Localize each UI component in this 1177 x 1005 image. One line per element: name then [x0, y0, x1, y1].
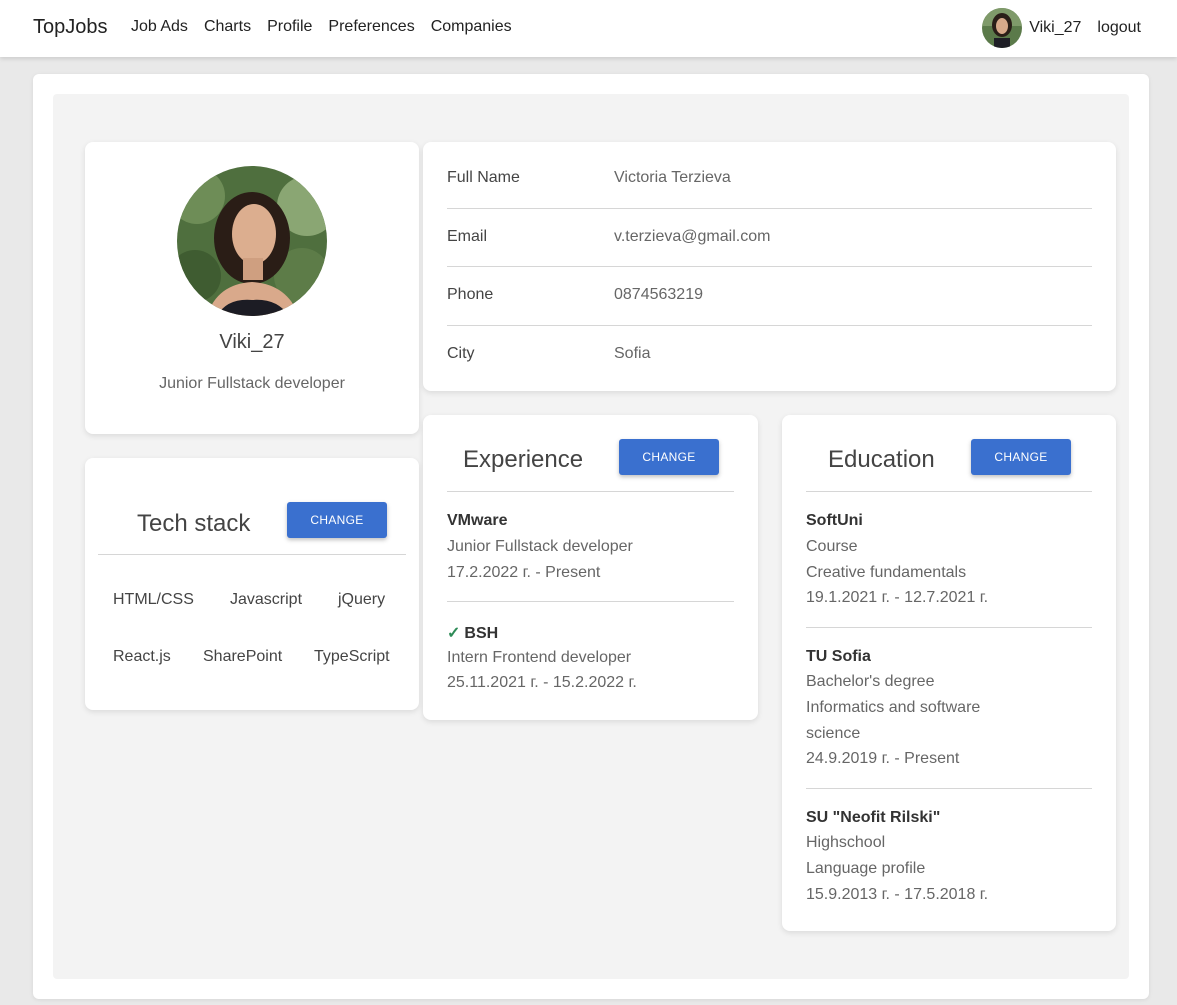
- education-school: SoftUni: [806, 512, 863, 529]
- nav-job-ads[interactable]: Job Ads: [131, 18, 188, 36]
- experience-period: 17.2.2022 г. - Present: [447, 564, 601, 581]
- logout-link[interactable]: logout: [1097, 19, 1141, 37]
- education-period: 24.9.2019 г. - Present: [806, 750, 960, 767]
- education-title: Education: [828, 446, 935, 473]
- divider: [447, 325, 1092, 326]
- checkmark-icon: ✓: [447, 625, 461, 642]
- divider: [447, 208, 1092, 209]
- info-row-city: City Sofia: [447, 345, 1092, 403]
- tech-item: React.js: [113, 648, 171, 665]
- experience-card: Experience CHANGE VMware Junior Fullstac…: [423, 415, 758, 720]
- personal-info-card: Full Name Victoria Terzieva Email v.terz…: [423, 142, 1116, 391]
- info-row-email: Email v.terzieva@gmail.com: [447, 228, 1092, 286]
- brand-logo[interactable]: TopJobs: [33, 16, 108, 39]
- experience-company: VMware: [447, 512, 508, 529]
- nav-username[interactable]: Viki_27: [1029, 19, 1081, 37]
- experience-company: BSH: [464, 625, 499, 642]
- experience-company-row: ✓ BSH: [447, 623, 498, 643]
- tech-item: SharePoint: [203, 648, 283, 665]
- profile-username: Viki_27: [219, 331, 285, 353]
- education-school: TU Sofia: [806, 648, 871, 665]
- tech-item: Javascript: [230, 591, 303, 608]
- divider: [98, 554, 406, 555]
- experience-role: Junior Fullstack developer: [447, 538, 633, 555]
- education-change-button[interactable]: CHANGE: [971, 439, 1071, 475]
- education-field: Informatics and software: [806, 699, 981, 716]
- user-area: Viki_27 logout: [982, 8, 1141, 48]
- experience-change-button[interactable]: CHANGE: [619, 439, 719, 475]
- experience-role: Intern Frontend developer: [447, 649, 632, 666]
- info-row-phone: Phone 0874563219: [447, 286, 1092, 344]
- education-period: 15.9.2013 г. - 17.5.2018 г.: [806, 886, 989, 903]
- info-value: Sofia: [614, 345, 651, 362]
- divider: [806, 491, 1092, 492]
- profile-avatar: [177, 166, 327, 316]
- experience-period: 25.11.2021 г. - 15.2.2022 г.: [447, 674, 637, 691]
- nav-charts[interactable]: Charts: [204, 18, 251, 36]
- info-label: Phone: [447, 286, 494, 303]
- nav-links: Job Ads Charts Profile Preferences Compa…: [131, 18, 528, 36]
- info-row-full-name: Full Name Victoria Terzieva: [447, 169, 1092, 227]
- experience-title: Experience: [463, 446, 584, 473]
- nav-preferences[interactable]: Preferences: [328, 18, 414, 36]
- main-container: Viki_27 Junior Fullstack developer Full …: [33, 74, 1149, 999]
- education-field-continued: science: [806, 725, 861, 742]
- education-field: Creative fundamentals: [806, 564, 967, 581]
- nav-profile[interactable]: Profile: [267, 18, 312, 36]
- tech-stack-title: Tech stack: [137, 510, 251, 537]
- divider: [447, 491, 734, 492]
- education-school: SU "Neofit Rilski": [806, 809, 941, 826]
- education-degree: Highschool: [806, 834, 886, 851]
- education-field: Language profile: [806, 860, 926, 877]
- divider: [806, 788, 1092, 789]
- education-degree: Course: [806, 538, 858, 555]
- divider: [447, 266, 1092, 267]
- top-navbar: TopJobs Job Ads Charts Profile Preferenc…: [0, 0, 1177, 57]
- info-label: Full Name: [447, 169, 520, 186]
- content-panel: Viki_27 Junior Fullstack developer Full …: [53, 94, 1129, 979]
- divider: [806, 627, 1092, 628]
- info-value: Victoria Terzieva: [614, 169, 731, 186]
- avatar[interactable]: [982, 8, 1023, 48]
- education-degree: Bachelor's degree: [806, 673, 935, 690]
- info-value: v.terzieva@gmail.com: [614, 228, 771, 245]
- education-card: Education CHANGE SoftUni Course Creative…: [782, 415, 1116, 931]
- profile-card: Viki_27 Junior Fullstack developer: [85, 142, 419, 434]
- education-period: 19.1.2021 г. - 12.7.2021 г.: [806, 589, 989, 606]
- tech-change-button[interactable]: CHANGE: [287, 502, 387, 538]
- info-label: Email: [447, 228, 488, 245]
- profile-job-title: Junior Fullstack developer: [159, 375, 345, 392]
- tech-stack-card: Tech stack CHANGE HTML/CSS Javascript jQ…: [85, 458, 419, 710]
- tech-item: HTML/CSS: [113, 591, 194, 608]
- nav-companies[interactable]: Companies: [431, 18, 512, 36]
- info-label: City: [447, 345, 475, 362]
- divider: [447, 601, 734, 602]
- tech-item: jQuery: [338, 591, 386, 608]
- info-value: 0874563219: [614, 286, 703, 303]
- tech-item: TypeScript: [314, 648, 390, 665]
